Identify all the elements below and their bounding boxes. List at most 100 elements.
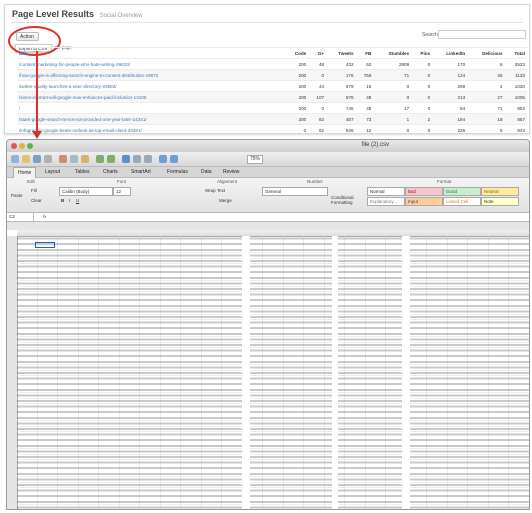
col-tweets[interactable]: Tweets <box>326 47 356 59</box>
sort-icon[interactable] <box>133 155 141 163</box>
style-explanatory[interactable]: Explanatory... <box>367 197 405 206</box>
tab-home[interactable]: Home <box>13 167 37 178</box>
table-cell: 0 <box>411 80 433 92</box>
search-input[interactable] <box>438 30 526 39</box>
col-total[interactable]: Total <box>504 47 527 59</box>
url-link[interactable]: /since-internet-will-google-now-enhances… <box>17 91 285 103</box>
col-linkedin[interactable]: LinkedIn <box>432 47 468 59</box>
new-icon[interactable] <box>11 155 19 163</box>
print-icon[interactable] <box>44 155 52 163</box>
table-cell: 176 <box>326 69 356 81</box>
table-cell: 0 <box>411 58 433 70</box>
tab-formulas[interactable]: Formulas <box>167 169 188 175</box>
style-normal[interactable]: Normal <box>367 187 405 196</box>
copy-icon[interactable] <box>70 155 78 163</box>
zoom-select[interactable]: 75% <box>247 155 263 164</box>
wrap-text-button[interactable]: Wrap Text <box>203 187 227 194</box>
search-label: Search: <box>422 32 440 38</box>
col-gplus[interactable]: G+ <box>308 47 327 59</box>
column-gap <box>242 236 250 509</box>
zoom-icon[interactable] <box>27 143 33 149</box>
table-cell: 0 <box>308 102 327 114</box>
undo-icon[interactable] <box>96 155 104 163</box>
tab-layout[interactable]: Layout <box>45 169 60 175</box>
save-icon[interactable] <box>33 155 41 163</box>
table-cell: 0 <box>411 91 433 103</box>
tab-tables[interactable]: Tables <box>75 169 89 175</box>
tab-data[interactable]: Data <box>201 169 212 175</box>
table-cell: 200 <box>284 80 309 92</box>
url-link[interactable]: /stark-google-search-terms-not-provided-… <box>17 113 285 125</box>
cut-icon[interactable] <box>59 155 67 163</box>
fill-button[interactable]: Fill <box>29 187 39 194</box>
table-cell: 2 <box>411 113 433 125</box>
style-linked-cell[interactable]: Linked Cell <box>443 197 481 206</box>
url-link[interactable]: /content-marketing-for-people-who-hate-w… <box>17 58 285 70</box>
selected-cell[interactable] <box>35 242 55 248</box>
table-cell: 0 <box>411 102 433 114</box>
page-title: Page Level Results Social Overview <box>12 9 143 19</box>
table-row: /stark-google-search-terms-not-provided-… <box>17 113 527 125</box>
page-title-text: Page Level Results <box>12 9 95 19</box>
table-cell: 26 <box>467 69 505 81</box>
table-cell: 107 <box>308 91 327 103</box>
col-pins[interactable]: Pins <box>411 47 433 59</box>
results-table: URL Code G+ Tweets FB Stumbles Pins Link… <box>17 47 527 133</box>
style-input[interactable]: Input <box>405 197 443 206</box>
group-edit-label: Edit <box>27 179 35 184</box>
col-fb[interactable]: FB <box>355 47 374 59</box>
merge-button[interactable]: Merge <box>217 197 234 204</box>
tab-charts[interactable]: Charts <box>103 169 118 175</box>
table-cell: 487 <box>326 113 356 125</box>
tab-review[interactable]: Review <box>223 169 239 175</box>
arrow-shaft <box>36 51 38 134</box>
number-format-select[interactable]: General <box>262 187 328 196</box>
url-link[interactable]: / <box>17 102 285 114</box>
table-cell: 679 <box>326 80 356 92</box>
minimize-icon[interactable] <box>19 143 25 149</box>
table-row: /since-internet-will-google-now-enhances… <box>17 91 527 103</box>
bold-button[interactable]: B <box>59 197 66 204</box>
style-bad[interactable]: Bad <box>405 187 443 196</box>
italic-button[interactable]: I <box>67 197 72 204</box>
table-cell: 5 <box>467 124 505 133</box>
font-size-select[interactable]: 12 <box>113 187 131 196</box>
gallery-icon[interactable] <box>159 155 167 163</box>
open-icon[interactable] <box>22 155 30 163</box>
url-link[interactable]: /twitter-quality-launches-a-user-directo… <box>17 80 285 92</box>
style-good[interactable]: Good <box>443 187 481 196</box>
table-cell: 52 <box>355 58 374 70</box>
table-cell: 1 <box>373 113 412 125</box>
paste-icon[interactable] <box>81 155 89 163</box>
font-name-select[interactable]: Calibri (Body) <box>59 187 113 196</box>
close-icon[interactable] <box>11 143 17 149</box>
autosum-icon[interactable] <box>122 155 130 163</box>
col-code[interactable]: Code <box>284 47 309 59</box>
table-cell: 15 <box>355 80 374 92</box>
tab-smartart[interactable]: SmartArt <box>131 169 151 175</box>
table-cell: 0 <box>411 124 433 133</box>
col-url[interactable]: URL <box>17 47 285 59</box>
redo-icon[interactable] <box>107 155 115 163</box>
style-note[interactable]: Note <box>481 197 519 206</box>
table-cell: 52 <box>308 124 327 133</box>
col-delicious[interactable]: Delicious <box>467 47 505 59</box>
name-box[interactable]: C3 <box>9 213 34 221</box>
table-cell: 71 <box>467 102 505 114</box>
table-cell: 0 <box>308 69 327 81</box>
col-stumbles[interactable]: Stumbles <box>373 47 412 59</box>
filter-icon[interactable] <box>144 155 152 163</box>
table-row: /content-marketing-for-people-who-hate-w… <box>17 58 527 70</box>
clear-button[interactable]: Clear <box>29 197 44 204</box>
toolbox-icon[interactable] <box>170 155 178 163</box>
fx-icon[interactable]: fx <box>43 213 47 221</box>
group-format-label: Format <box>437 179 452 184</box>
file-name: file (2).csv <box>361 142 389 148</box>
spreadsheet-grid[interactable] <box>7 230 529 509</box>
underline-button[interactable]: U <box>74 197 81 204</box>
style-neutral[interactable]: Neutral <box>481 187 519 196</box>
paste-button[interactable]: Paste <box>9 192 25 199</box>
table-cell: 6 <box>467 58 505 70</box>
url-link[interactable]: /how-google-is-affecting-search-engine-t… <box>17 69 285 81</box>
url-link[interactable]: /infographic-google-beats-outlook-as-top… <box>17 124 285 133</box>
